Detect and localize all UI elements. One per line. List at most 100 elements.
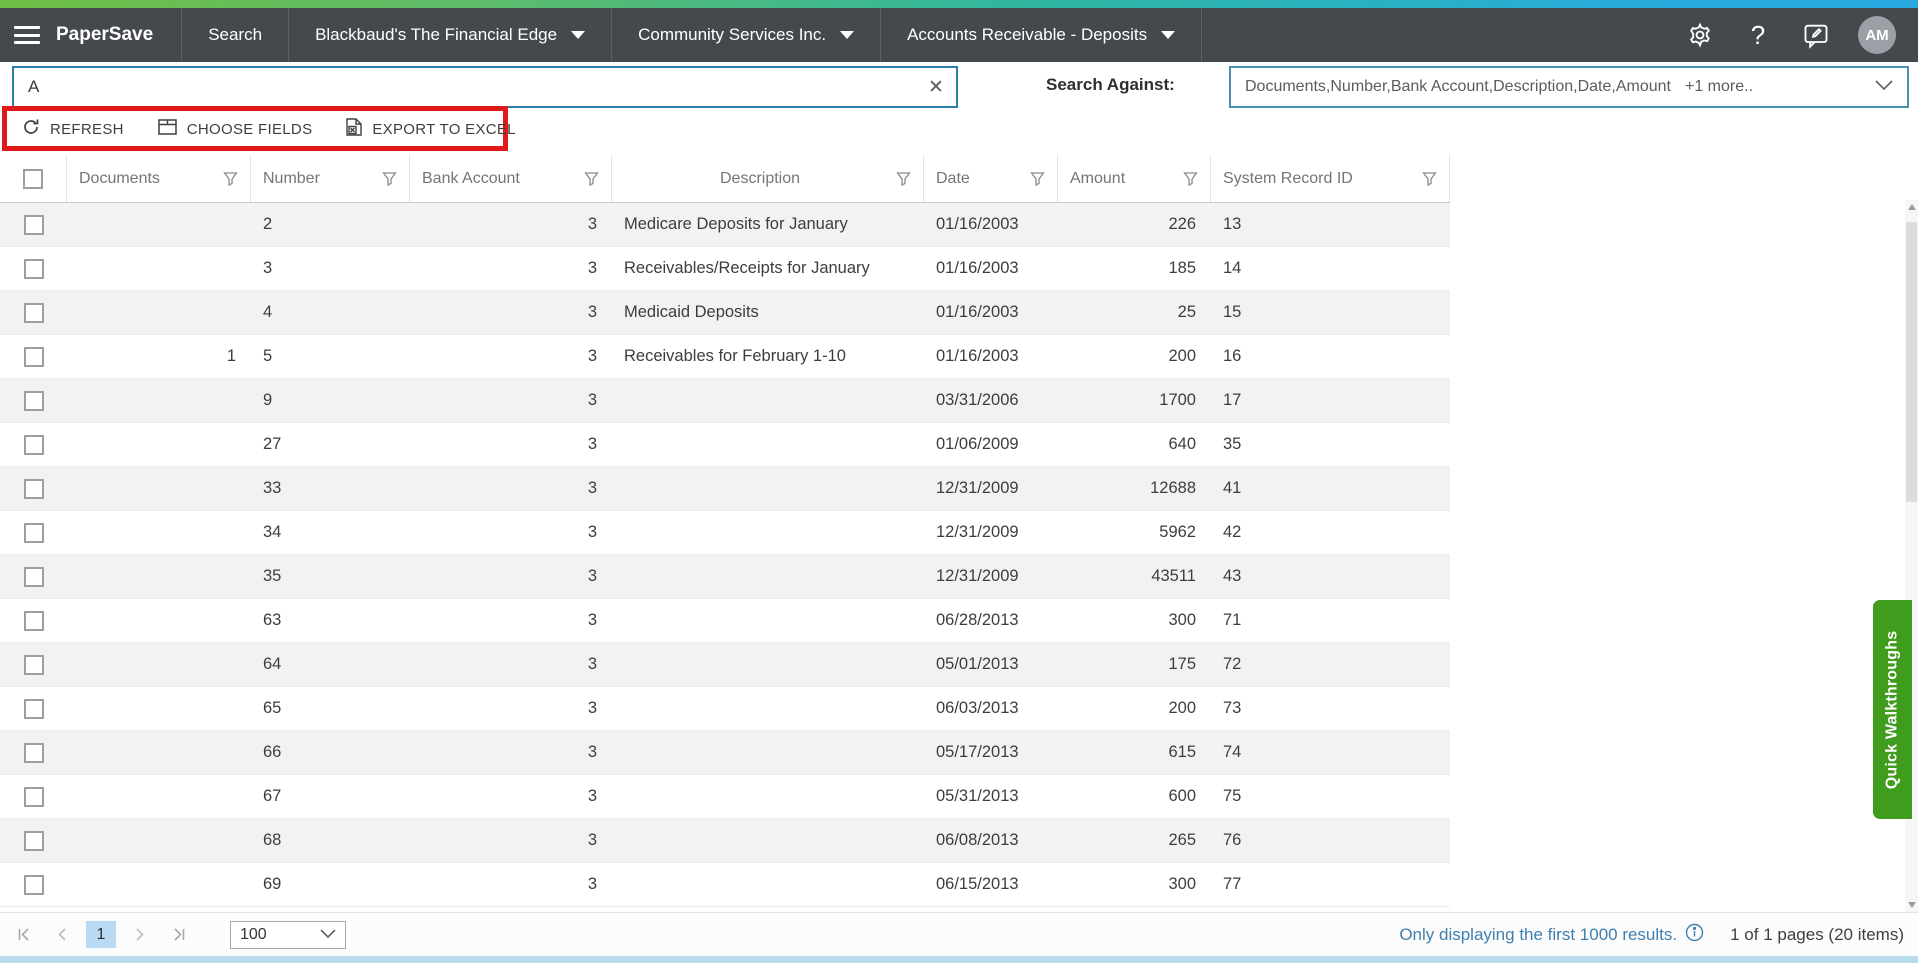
cell-description: Receivables for February 1-10 bbox=[624, 347, 846, 365]
table-row[interactable]: 3 3 Receivables/Receipts for January 01/… bbox=[0, 247, 1450, 291]
nav-item-search[interactable]: Search bbox=[182, 8, 290, 62]
caret-down-icon bbox=[1161, 31, 1176, 39]
row-checkbox[interactable] bbox=[23, 566, 44, 587]
cell-bank-account: 3 bbox=[587, 479, 597, 497]
last-page-button[interactable] bbox=[164, 922, 192, 948]
column-header-amount[interactable]: Amount bbox=[1058, 155, 1211, 202]
export-to-excel-button[interactable]: EXPORT TO EXCEL bbox=[346, 118, 516, 140]
search-against-select[interactable]: Documents,Number,Bank Account,Descriptio… bbox=[1229, 66, 1909, 108]
filter-icon[interactable] bbox=[1183, 171, 1198, 186]
cell-documents bbox=[67, 291, 251, 334]
page-size-select[interactable]: 100 bbox=[230, 920, 346, 949]
row-checkbox[interactable] bbox=[23, 654, 44, 675]
cell-date: 01/16/2003 bbox=[936, 347, 1019, 365]
row-checkbox[interactable] bbox=[23, 874, 44, 895]
column-header-description[interactable]: Description bbox=[612, 155, 924, 202]
column-header-documents[interactable]: Documents bbox=[67, 155, 251, 202]
column-header-system-record-id[interactable]: System Record ID bbox=[1211, 155, 1450, 202]
row-checkbox[interactable] bbox=[23, 302, 44, 323]
table-row[interactable]: 66 3 05/17/2013 615 74 bbox=[0, 731, 1450, 775]
first-page-button[interactable] bbox=[10, 922, 38, 948]
cell-number: 66 bbox=[263, 743, 282, 761]
cell-documents bbox=[67, 511, 251, 554]
table-row[interactable]: 63 3 06/28/2013 300 71 bbox=[0, 599, 1450, 643]
quick-walkthroughs-tab[interactable]: Quick Walkthroughs bbox=[1873, 600, 1912, 819]
table-row[interactable]: 4 3 Medicaid Deposits 01/16/2003 25 15 bbox=[0, 291, 1450, 335]
column-header-date[interactable]: Date bbox=[924, 155, 1058, 202]
choose-fields-button[interactable]: CHOOSE FIELDS bbox=[158, 119, 313, 139]
nav-item-application[interactable]: Blackbaud's The Financial Edge bbox=[289, 8, 613, 62]
results-notice-link[interactable]: Only displaying the first 1000 results. bbox=[1399, 923, 1704, 947]
table-row[interactable]: 69 3 06/15/2013 300 77 bbox=[0, 863, 1450, 907]
scrollbar-thumb[interactable] bbox=[1906, 222, 1917, 502]
gear-icon[interactable] bbox=[1684, 19, 1716, 51]
table-row[interactable]: 9 3 03/31/2006 1700 17 bbox=[0, 379, 1450, 423]
table-row[interactable]: 27 3 01/06/2009 640 35 bbox=[0, 423, 1450, 467]
table-row[interactable]: 64 3 05/01/2013 175 72 bbox=[0, 643, 1450, 687]
table-row[interactable]: 33 3 12/31/2009 12688 41 bbox=[0, 467, 1450, 511]
row-select-cell bbox=[0, 247, 67, 290]
cell-bank-account: 3 bbox=[587, 655, 597, 673]
cell-amount: 25 bbox=[1177, 303, 1196, 321]
nav-item-company[interactable]: Community Services Inc. bbox=[612, 8, 882, 62]
choose-fields-label: CHOOSE FIELDS bbox=[186, 120, 313, 138]
cell-number: 35 bbox=[263, 567, 282, 585]
row-checkbox[interactable] bbox=[23, 830, 44, 851]
feedback-icon[interactable] bbox=[1800, 19, 1832, 51]
filter-icon[interactable] bbox=[896, 171, 911, 186]
cell-system-record-id: 73 bbox=[1223, 699, 1242, 717]
table-row[interactable]: 67 3 05/31/2013 600 75 bbox=[0, 775, 1450, 819]
row-checkbox[interactable] bbox=[23, 346, 44, 367]
filter-icon[interactable] bbox=[223, 171, 238, 186]
row-checkbox[interactable] bbox=[23, 434, 44, 455]
help-icon[interactable]: ? bbox=[1742, 19, 1774, 51]
brand-home[interactable]: PaperSave bbox=[0, 8, 183, 62]
row-checkbox[interactable] bbox=[23, 258, 44, 279]
table-row[interactable]: 65 3 06/03/2013 200 73 bbox=[0, 687, 1450, 731]
table-row[interactable]: 34 3 12/31/2009 5962 42 bbox=[0, 511, 1450, 555]
avatar[interactable]: AM bbox=[1858, 16, 1896, 54]
column-header-number[interactable]: Number bbox=[251, 155, 410, 202]
filter-icon[interactable] bbox=[1422, 171, 1437, 186]
scroll-up-icon[interactable] bbox=[1905, 200, 1918, 214]
nav-item-document-type[interactable]: Accounts Receivable - Deposits bbox=[881, 8, 1203, 62]
table-row[interactable]: 2 3 Medicare Deposits for January 01/16/… bbox=[0, 203, 1450, 247]
table-row[interactable]: 1 5 3 Receivables for February 1-10 01/1… bbox=[0, 335, 1450, 379]
table-row[interactable]: 35 3 12/31/2009 43511 43 bbox=[0, 555, 1450, 599]
select-all-checkbox[interactable] bbox=[23, 168, 43, 189]
column-header-bank-account[interactable]: Bank Account bbox=[410, 155, 612, 202]
row-checkbox[interactable] bbox=[23, 390, 44, 411]
row-checkbox[interactable] bbox=[23, 742, 44, 763]
hamburger-menu-icon[interactable] bbox=[14, 26, 40, 44]
current-page[interactable]: 1 bbox=[86, 921, 116, 948]
column-label: Number bbox=[263, 169, 320, 187]
next-page-button[interactable] bbox=[126, 922, 154, 948]
clear-search-icon[interactable]: ✕ bbox=[916, 76, 956, 99]
nav-item-label: Search bbox=[208, 25, 263, 44]
cell-number: 34 bbox=[263, 523, 282, 541]
filter-icon[interactable] bbox=[1030, 171, 1045, 186]
cell-documents bbox=[67, 247, 251, 290]
chevron-down-icon bbox=[1875, 78, 1893, 96]
cell-bank-account: 3 bbox=[587, 523, 597, 541]
row-checkbox[interactable] bbox=[23, 786, 44, 807]
row-checkbox[interactable] bbox=[23, 214, 44, 235]
search-input[interactable] bbox=[14, 77, 916, 97]
cell-description bbox=[612, 687, 924, 730]
info-icon[interactable] bbox=[1685, 923, 1704, 947]
scroll-down-icon[interactable] bbox=[1905, 898, 1918, 912]
row-checkbox[interactable] bbox=[23, 478, 44, 499]
filter-icon[interactable] bbox=[584, 171, 599, 186]
filter-icon[interactable] bbox=[382, 171, 397, 186]
prev-page-button[interactable] bbox=[48, 922, 76, 948]
cell-amount: 640 bbox=[1168, 435, 1196, 453]
table-row[interactable]: 68 3 06/08/2013 265 76 bbox=[0, 819, 1450, 863]
row-checkbox[interactable] bbox=[23, 610, 44, 631]
refresh-button[interactable]: REFRESH bbox=[22, 118, 124, 140]
horizontal-scrollbar[interactable] bbox=[0, 956, 1918, 963]
row-checkbox[interactable] bbox=[23, 698, 44, 719]
chevron-down-icon bbox=[320, 926, 336, 944]
cell-system-record-id: 76 bbox=[1223, 831, 1242, 849]
row-checkbox[interactable] bbox=[23, 522, 44, 543]
column-label: System Record ID bbox=[1223, 169, 1353, 187]
